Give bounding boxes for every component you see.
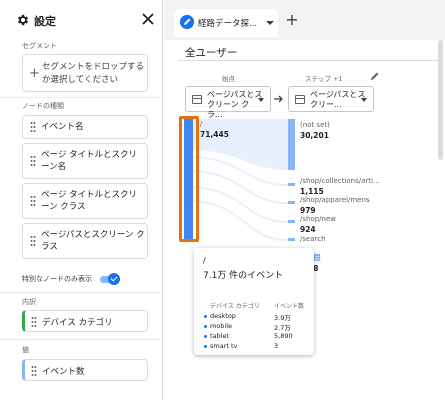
step-node-name: /search xyxy=(300,235,326,243)
breakdown-value: デバイス カテゴリ xyxy=(42,318,113,328)
bullet-icon xyxy=(204,345,207,348)
gear-icon xyxy=(17,14,29,26)
drag-handle-icon xyxy=(30,122,36,132)
node-type-page-title-screen-class[interactable]: ページ タイトルとスクリーン クラス xyxy=(22,183,148,219)
selected-node-highlight xyxy=(179,116,199,242)
tooltip-device: smart tv xyxy=(210,342,238,350)
tooltip-count: 3 xyxy=(274,342,279,350)
step-node-bar[interactable] xyxy=(288,220,295,223)
breakdown-device-category[interactable]: デバイス カテゴリ xyxy=(22,310,148,332)
tooltip-row: smart tv 3 xyxy=(204,342,308,351)
start-node-name: / xyxy=(200,120,203,128)
step-node-name: (not set) xyxy=(300,121,330,129)
step-node-bar[interactable] xyxy=(288,119,295,170)
node-type-event-name[interactable]: イベント名 xyxy=(22,115,148,139)
step-node-bar[interactable] xyxy=(288,201,295,204)
node-type-label: ページパスとスクリーン クラス xyxy=(41,230,145,252)
node-type-label: ページ タイトルとスクリーン クラス xyxy=(41,190,138,212)
divider xyxy=(0,339,163,340)
special-nodes-toggle[interactable] xyxy=(98,273,122,285)
edit-icon xyxy=(180,15,194,29)
step-node-name: /shop/new xyxy=(300,215,336,223)
step-node-value: 1,115 xyxy=(300,187,324,196)
values-label: 値 xyxy=(22,346,29,354)
bullet-icon xyxy=(204,315,207,318)
tooltip-row: desktop 3.9万 xyxy=(204,312,308,322)
tooltip-col-events: イベント数 xyxy=(274,303,305,310)
tooltip-count: 2.7万 xyxy=(274,324,291,332)
step-node-name: /shop/apparel/mens xyxy=(300,196,370,204)
step-node-value: 924 xyxy=(300,225,316,234)
divider xyxy=(0,97,163,98)
values-value: イベント数 xyxy=(42,367,85,377)
tooltip-device: tablet xyxy=(210,332,230,340)
node-type-label: イベント名 xyxy=(41,122,84,132)
step-node-bar[interactable] xyxy=(288,183,295,186)
segment-drop-text: セグメントをドロップするか選択してください xyxy=(42,62,145,85)
settings-header: 設定 xyxy=(0,0,163,40)
step-node-value: 30,201 xyxy=(300,131,329,140)
check-icon xyxy=(108,273,120,285)
tooltip-title: / xyxy=(203,256,206,265)
drag-handle-icon xyxy=(31,317,37,327)
plus-icon: + xyxy=(29,66,40,81)
special-nodes-label: 特別なノードのみ表示 xyxy=(22,275,92,283)
segment-label: セグメント xyxy=(22,42,57,50)
bullet-icon xyxy=(204,335,207,338)
special-nodes-row: 特別なノードのみ表示 xyxy=(22,272,152,286)
node-tooltip: / 7.1万 件のイベント デバイス カテゴリ イベント数 desktop 3.… xyxy=(194,248,314,355)
tooltip-device: desktop xyxy=(210,312,236,320)
segment-drop-zone[interactable]: + セグメントをドロップするか選択してください xyxy=(22,54,148,92)
node-type-label: ページ タイトルとスクリーン名 xyxy=(41,150,138,172)
close-icon[interactable] xyxy=(141,12,155,26)
add-tab-button[interactable]: + xyxy=(282,11,302,31)
bullet-icon xyxy=(204,325,207,328)
scrollbar-thumb[interactable] xyxy=(438,40,443,160)
step-node-name: /shop/collections/arti... xyxy=(300,177,380,185)
tab-label: 経路データ探... xyxy=(198,19,258,29)
step-node-bar[interactable] xyxy=(288,238,295,241)
tab-bar: 経路データ探... + xyxy=(164,0,445,40)
node-type-page-path-screen-class[interactable]: ページパスとスクリーン クラス xyxy=(22,223,148,259)
node-types-label: ノードの種類 xyxy=(22,102,64,110)
tooltip-row: tablet 5,890 xyxy=(204,332,308,341)
drag-handle-icon xyxy=(30,236,36,246)
tooltip-device: mobile xyxy=(210,322,233,330)
tooltip-count: 5,890 xyxy=(274,332,293,340)
start-node-value: 71,445 xyxy=(200,130,229,139)
tooltip-count: 3.9万 xyxy=(274,314,291,322)
drag-handle-icon xyxy=(30,156,36,166)
step-node-value: 979 xyxy=(300,206,316,215)
tooltip-event-count: 7.1万 件のイベント xyxy=(203,271,284,281)
values-event-count[interactable]: イベント数 xyxy=(22,359,148,381)
tooltip-row: mobile 2.7万 xyxy=(204,322,308,332)
breakdown-label: 内訳 xyxy=(22,298,36,306)
tooltip-col-device: デバイス カテゴリ xyxy=(210,303,260,310)
chevron-down-icon[interactable] xyxy=(266,21,274,25)
settings-panel: 設定 セグメント + セグメントをドロップするか選択してください ノードの種類 … xyxy=(0,0,163,400)
divider xyxy=(0,292,163,293)
settings-title: 設定 xyxy=(34,15,56,28)
node-type-page-title-screen-name[interactable]: ページ タイトルとスクリーン名 xyxy=(22,143,148,179)
drag-handle-icon xyxy=(31,366,37,376)
tab-path-exploration[interactable]: 経路データ探... xyxy=(174,9,278,37)
drag-handle-icon xyxy=(30,196,36,206)
